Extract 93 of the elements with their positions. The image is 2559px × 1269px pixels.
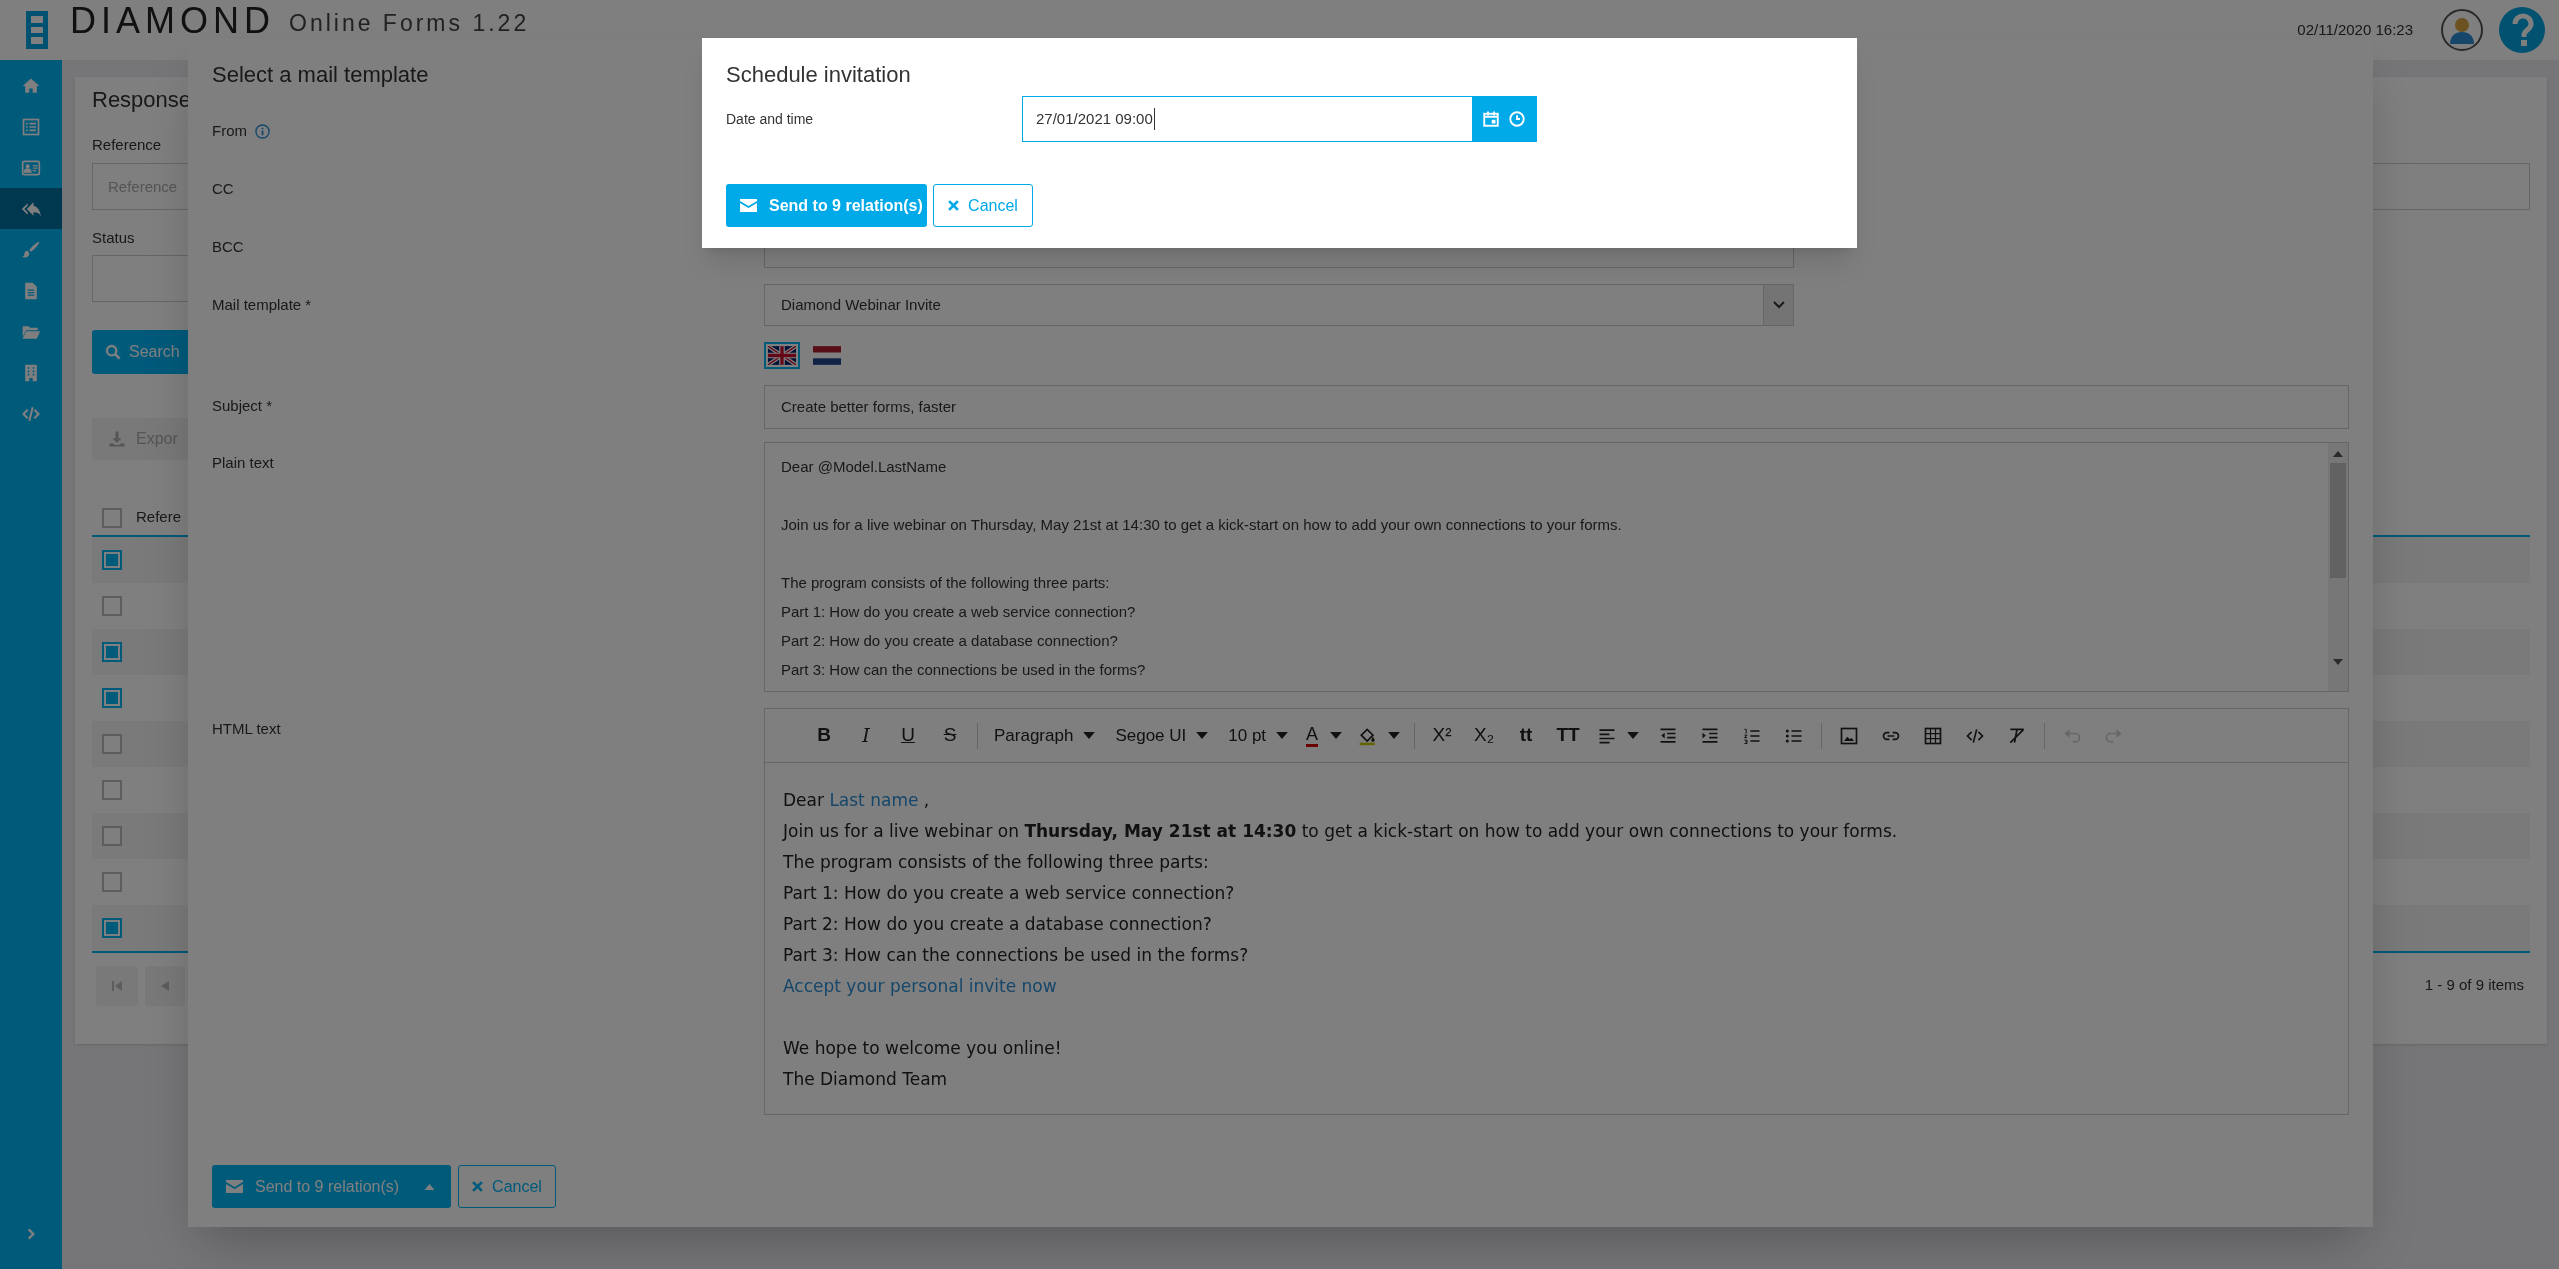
superscript-button[interactable]: X² — [1421, 715, 1464, 756]
product-name: Online Forms 1.22 — [289, 12, 530, 35]
caret-icon — [1330, 732, 1343, 739]
caret-icon — [1388, 732, 1401, 739]
name-link[interactable]: Last name — [829, 790, 919, 810]
invite-link[interactable]: Accept your personal invite now — [783, 971, 1057, 1002]
pager-info: 1 - 9 of 9 items — [2424, 975, 2524, 996]
field-label: From — [212, 121, 247, 141]
field-label: Reference — [92, 135, 162, 155]
scrollbar[interactable] — [2328, 443, 2348, 691]
checkbox[interactable] — [102, 872, 122, 892]
uppercase-button[interactable]: TT — [1547, 715, 1590, 756]
caret-up-icon — [424, 1183, 435, 1190]
date-time: 02/11/2020 16:23 — [2297, 19, 2413, 40]
panel-title: Response — [92, 86, 192, 114]
brand-name: DIAMOND — [70, 3, 275, 39]
brush-icon — [21, 239, 41, 260]
plain-text-field[interactable]: Dear @Model.LastName Join us for a live webinar on Thursday, May 21st at 14:30 to get a kick-start on how to add your own connections to your forms. The program consists of the following three parts: Part 1: How do you create a web service connection? Part 2: How do you create a database connection? Part 3: How can the connections be used in the forms? — [764, 442, 2349, 692]
checkbox[interactable] — [102, 826, 122, 846]
caret-icon — [1627, 732, 1640, 739]
strike-button[interactable]: S — [929, 715, 971, 756]
image-icon — [1839, 725, 1860, 746]
checkbox[interactable] — [102, 507, 122, 528]
field-label: BCC — [212, 237, 244, 257]
editor-paragraph: Part 1: How do you create a web service connection? — [783, 882, 1235, 905]
subject-field[interactable]: Create better forms, faster — [764, 385, 2349, 429]
date-time-field[interactable]: 27/01/2021 09:00 — [1022, 96, 1537, 142]
language-flag[interactable] — [764, 342, 800, 369]
lowercase-button[interactable]: tt — [1505, 715, 1548, 756]
editor-paragraph: The program consists of the following three parts: — [783, 851, 1209, 874]
checkbox[interactable] — [102, 596, 122, 616]
field-label: Status — [92, 228, 135, 248]
info-icon[interactable] — [255, 124, 270, 139]
clock-icon[interactable] — [1508, 110, 1526, 128]
editor-paragraph: We hope to welcome you online! — [783, 1037, 1062, 1060]
envelope-icon — [226, 1180, 243, 1193]
bold-button[interactable]: B — [803, 715, 845, 756]
scroll-down-icon — [2333, 659, 2343, 665]
envelope-icon — [740, 199, 757, 212]
previous-page-icon — [161, 980, 169, 991]
editor-paragraph: Part 3: How can the connections be used in the forms? — [783, 944, 1249, 967]
toolbar-dropdown[interactable]: Paragraph — [984, 715, 1106, 756]
avatar[interactable] — [2441, 9, 2483, 51]
subscript-button[interactable]: X₂ — [1463, 715, 1506, 756]
column-header[interactable]: Refere — [136, 506, 182, 529]
editor-paragraph: The Diamond Team — [783, 1068, 948, 1091]
toolbar-dropdown[interactable]: Segoe UI — [1105, 715, 1219, 756]
close-icon — [948, 200, 960, 211]
dialog-title: Schedule invitation — [726, 61, 912, 89]
field-label: Mail template * — [212, 295, 312, 315]
field-label: Plain text — [212, 453, 274, 473]
field-label: Subject * — [212, 396, 273, 416]
caret-icon — [1083, 732, 1096, 739]
chevron-down-icon — [1772, 301, 1785, 309]
field-label: HTML text — [212, 719, 281, 739]
underline-button[interactable]: U — [887, 715, 929, 756]
first-page-button[interactable] — [96, 965, 138, 1006]
scroll-up-icon — [2333, 451, 2343, 457]
sidebar-item[interactable] — [0, 188, 62, 229]
logo-icon — [24, 9, 50, 51]
template-dropdown[interactable]: Diamond Webinar Invite — [764, 284, 1794, 326]
person-icon — [2449, 16, 2475, 44]
checkbox[interactable] — [102, 550, 122, 570]
caret-icon — [1276, 732, 1289, 739]
checkbox[interactable] — [102, 688, 122, 708]
cancel-button[interactable]: Cancel — [933, 184, 1033, 227]
download-icon — [108, 430, 126, 448]
font-color-button[interactable]: A — [1298, 715, 1351, 756]
help-icon[interactable] — [2499, 7, 2545, 53]
close-icon — [472, 1181, 484, 1192]
calendar-icon[interactable] — [1482, 110, 1500, 128]
checkbox[interactable] — [102, 734, 122, 754]
send-button[interactable]: Send to 9 relation(s) — [726, 184, 927, 227]
flag-icon — [768, 346, 796, 365]
editor-paragraph: Part 2: How do you create a database connection? — [783, 913, 1212, 936]
search-icon — [105, 344, 121, 360]
checkbox[interactable] — [102, 918, 122, 938]
field-label: Date and time — [726, 111, 814, 127]
first-page-icon — [112, 980, 122, 991]
toolbar-dropdown[interactable]: 10 pt — [1218, 715, 1299, 756]
checkbox[interactable] — [102, 642, 122, 662]
caret-icon — [1196, 732, 1209, 739]
italic-button[interactable]: I — [845, 715, 887, 756]
list-icon — [21, 116, 41, 137]
html-editor[interactable] — [764, 708, 2349, 1115]
table-icon — [1923, 725, 1944, 746]
flag-icon — [813, 346, 841, 365]
checkbox[interactable] — [102, 780, 122, 800]
field-label: CC — [212, 179, 234, 199]
previous-page-button[interactable] — [145, 965, 185, 1006]
dialog-title: Select a mail template — [212, 61, 429, 89]
editor-paragraph: Dear Last name , — [783, 789, 930, 812]
editor-paragraph: Join us for a live webinar on Thursday, May 21st at 14:30 to get a kick-start on how to add your own connections to your forms. — [783, 820, 1898, 843]
